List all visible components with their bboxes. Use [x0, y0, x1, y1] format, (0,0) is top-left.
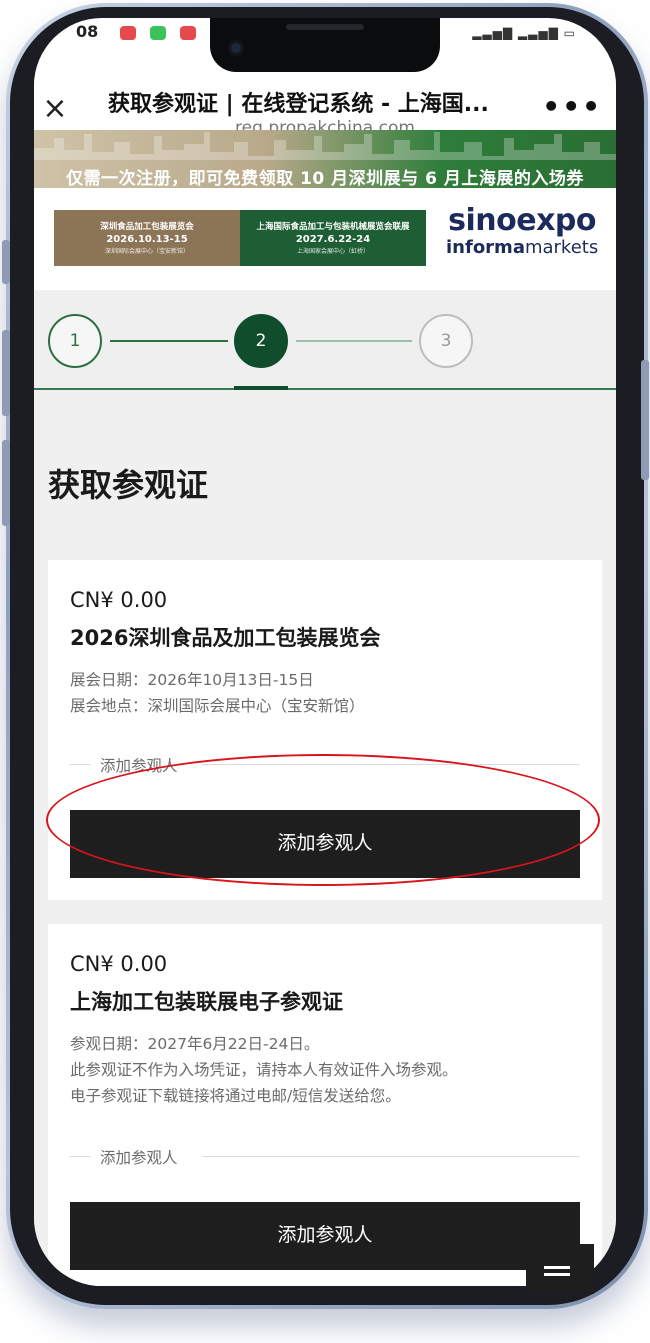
status-time: 08	[76, 22, 99, 41]
shanghai-event-badge: 上海国际食品加工与包装机械展览会联展 2027.6.22-24 上海国家会展中心…	[240, 210, 426, 266]
wechat-notification-icon	[150, 26, 166, 40]
promo-headline: 仅需一次注册，即可免费领取 10 月深圳展与 6 月上海展的入场券	[66, 169, 584, 188]
ticket-price: CN¥ 0.00	[70, 588, 168, 612]
brand-name: sinoexpo	[448, 203, 596, 238]
power-button	[641, 360, 649, 480]
floating-menu-button[interactable]	[526, 1244, 594, 1294]
add-visitor-divider: 添加参观人	[70, 1146, 580, 1167]
ticket-event-name: 上海加工包装联展电子参观证	[70, 990, 343, 1014]
shanghai-event-date: 2027.6.22-24	[295, 234, 371, 245]
notification-icon	[120, 26, 136, 40]
divider-line	[70, 764, 90, 765]
divider-label: 添加参观人	[100, 1149, 178, 1167]
speaker-grille	[286, 24, 364, 30]
event-date-info: 展会日期：2026年10月13日-15日	[70, 671, 314, 689]
promo-banner: 仅需一次注册，即可免费领取 10 月深圳展与 6 月上海展的入场券	[34, 130, 616, 188]
ticket-notice: 此参观证不作为入场凭证，请持本人有效证件入场参观。	[70, 1061, 458, 1079]
highlight-annotation	[46, 754, 600, 886]
volume-down-button	[2, 440, 10, 526]
step-progress: 1 2 3	[34, 290, 616, 390]
notch	[210, 18, 440, 72]
event-date-info: 参观日期：2027年6月22日-24日。	[70, 1035, 320, 1053]
shenzhen-event-name: 深圳食品加工包装展览会	[100, 222, 194, 232]
more-options-icon[interactable]: •••	[542, 93, 602, 121]
shenzhen-event-venue: 深圳国际会展中心（宝安新馆）	[104, 248, 189, 255]
sinoexpo-logo: sinoexpo informamarkets	[446, 203, 599, 270]
ticket-event-name: 2026深圳食品及加工包装展览会	[70, 626, 381, 650]
shanghai-event-venue: 上海国家会展中心（虹桥）	[296, 248, 369, 255]
ticket-price: CN¥ 0.00	[70, 952, 168, 976]
event-venue-info: 展会地点：深圳国际会展中心（宝安新馆）	[70, 697, 365, 715]
step-3-indicator: 3	[419, 314, 473, 368]
mute-switch	[2, 240, 10, 284]
step-connector	[296, 340, 412, 342]
page-title-bar: 获取参观证 | 在线登记系统 - 上海国...	[108, 92, 489, 117]
volume-up-button	[2, 330, 10, 416]
ticket-card-shanghai: CN¥ 0.00 上海加工包装联展电子参观证 参观日期：2027年6月22日-2…	[48, 924, 602, 1286]
page-heading: 获取参观证	[48, 466, 209, 504]
city-skyline-graphic	[34, 132, 616, 160]
shenzhen-event-date: 2026.10.13-15	[106, 234, 188, 245]
phone-screen: 08 ▂▃▅▇ ▂▃▅▇ ▭ × 获取参观证 | 在线登记系统 - 上海国...…	[34, 18, 616, 1286]
download-notice: 电子参观证下载链接将通过电邮/短信发送给您。	[70, 1087, 401, 1105]
menu-icon	[544, 1266, 570, 1280]
notification-icon	[180, 26, 196, 40]
step-1-indicator[interactable]: 1	[48, 314, 102, 368]
signal-battery-icons: ▂▃▅▇ ▂▃▅▇ ▭	[472, 26, 576, 40]
shenzhen-event-badge: 深圳食品加工包装展览会 2026.10.13-15 深圳国际会展中心（宝安新馆）	[54, 210, 240, 266]
add-visitor-button[interactable]: 添加参观人	[70, 1202, 580, 1270]
divider-line	[202, 1156, 580, 1157]
brand-subtitle: informamarkets	[446, 237, 599, 258]
step-connector	[110, 340, 228, 342]
divider-line	[70, 1156, 90, 1157]
event-banner: 深圳食品加工包装展览会 2026.10.13-15 深圳国际会展中心（宝安新馆）…	[34, 188, 616, 290]
front-camera	[228, 40, 244, 56]
shanghai-event-name: 上海国际食品加工与包装机械展览会联展	[256, 222, 410, 232]
step-2-indicator: 2	[234, 314, 288, 368]
